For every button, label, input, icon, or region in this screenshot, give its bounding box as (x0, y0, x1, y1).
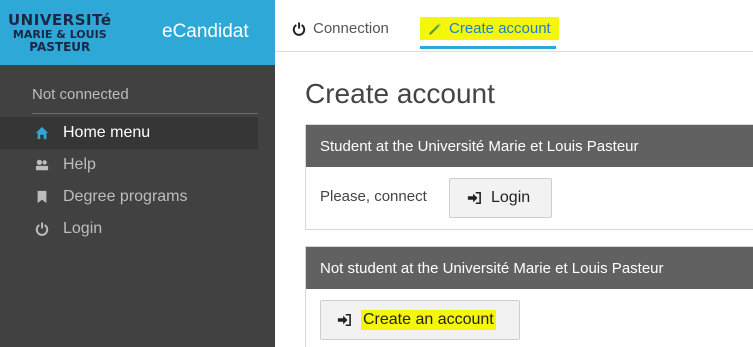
sidebar-nav: Home menu Help Degree programs Login (0, 117, 275, 245)
student-panel-header: Student at the Université Marie et Louis… (306, 125, 753, 167)
logo-line-1: UNIVERSITé (8, 10, 112, 29)
logo-line-3: PASTEUR (29, 39, 91, 54)
app-name: eCandidat (162, 21, 249, 42)
top-tab-bar: Connection Create account (275, 0, 753, 52)
sidebar-item-label: Home menu (63, 124, 151, 141)
non-student-panel: Not student at the Université Marie et L… (305, 246, 753, 347)
login-button[interactable]: Login (449, 178, 552, 218)
non-student-panel-body: Create an account (306, 289, 753, 347)
sidebar-item-login[interactable]: Login (0, 213, 275, 245)
home-icon (33, 124, 51, 142)
create-account-button[interactable]: Create an account (320, 300, 520, 340)
non-student-panel-header: Not student at the Université Marie et L… (306, 247, 753, 289)
sidebar-item-label: Help (63, 156, 96, 173)
tab-connection[interactable]: Connection (292, 20, 389, 37)
sidebar-item-help[interactable]: Help (0, 149, 275, 181)
student-panel-body: Please, connect Login (306, 167, 753, 231)
connect-prompt: Please, connect (320, 188, 427, 205)
sidebar-item-degree-programs[interactable]: Degree programs (0, 181, 275, 213)
tab-create-account[interactable]: Create account (420, 17, 559, 40)
logo-line-2: MARIE & LOUIS (12, 27, 107, 41)
active-tab-indicator (420, 46, 556, 49)
help-icon (33, 156, 51, 174)
power-icon (33, 220, 51, 238)
connection-status: Not connected (32, 86, 258, 114)
sidebar: UNIVERSITé MARIE & LOUIS PASTEUR eCandid… (0, 0, 275, 347)
power-icon (292, 21, 306, 36)
university-logo[interactable]: UNIVERSITé MARIE & LOUIS PASTEUR (8, 10, 112, 54)
magic-wand-icon (429, 22, 442, 35)
tab-label: Connection (313, 20, 389, 37)
login-button-label: Login (491, 189, 531, 206)
page-title: Create account (305, 78, 495, 109)
sign-in-icon (337, 313, 351, 327)
sign-in-icon (467, 191, 481, 205)
sidebar-item-label: Login (63, 220, 103, 237)
sidebar-item-label: Degree programs (63, 188, 188, 205)
sidebar-item-home[interactable]: Home menu (0, 117, 258, 149)
student-panel: Student at the Université Marie et Louis… (305, 124, 753, 230)
brand-header: UNIVERSITé MARIE & LOUIS PASTEUR eCandid… (0, 0, 275, 65)
create-account-button-label: Create an account (361, 310, 496, 330)
bookmark-icon (33, 188, 51, 206)
tab-label: Create account (449, 20, 551, 37)
